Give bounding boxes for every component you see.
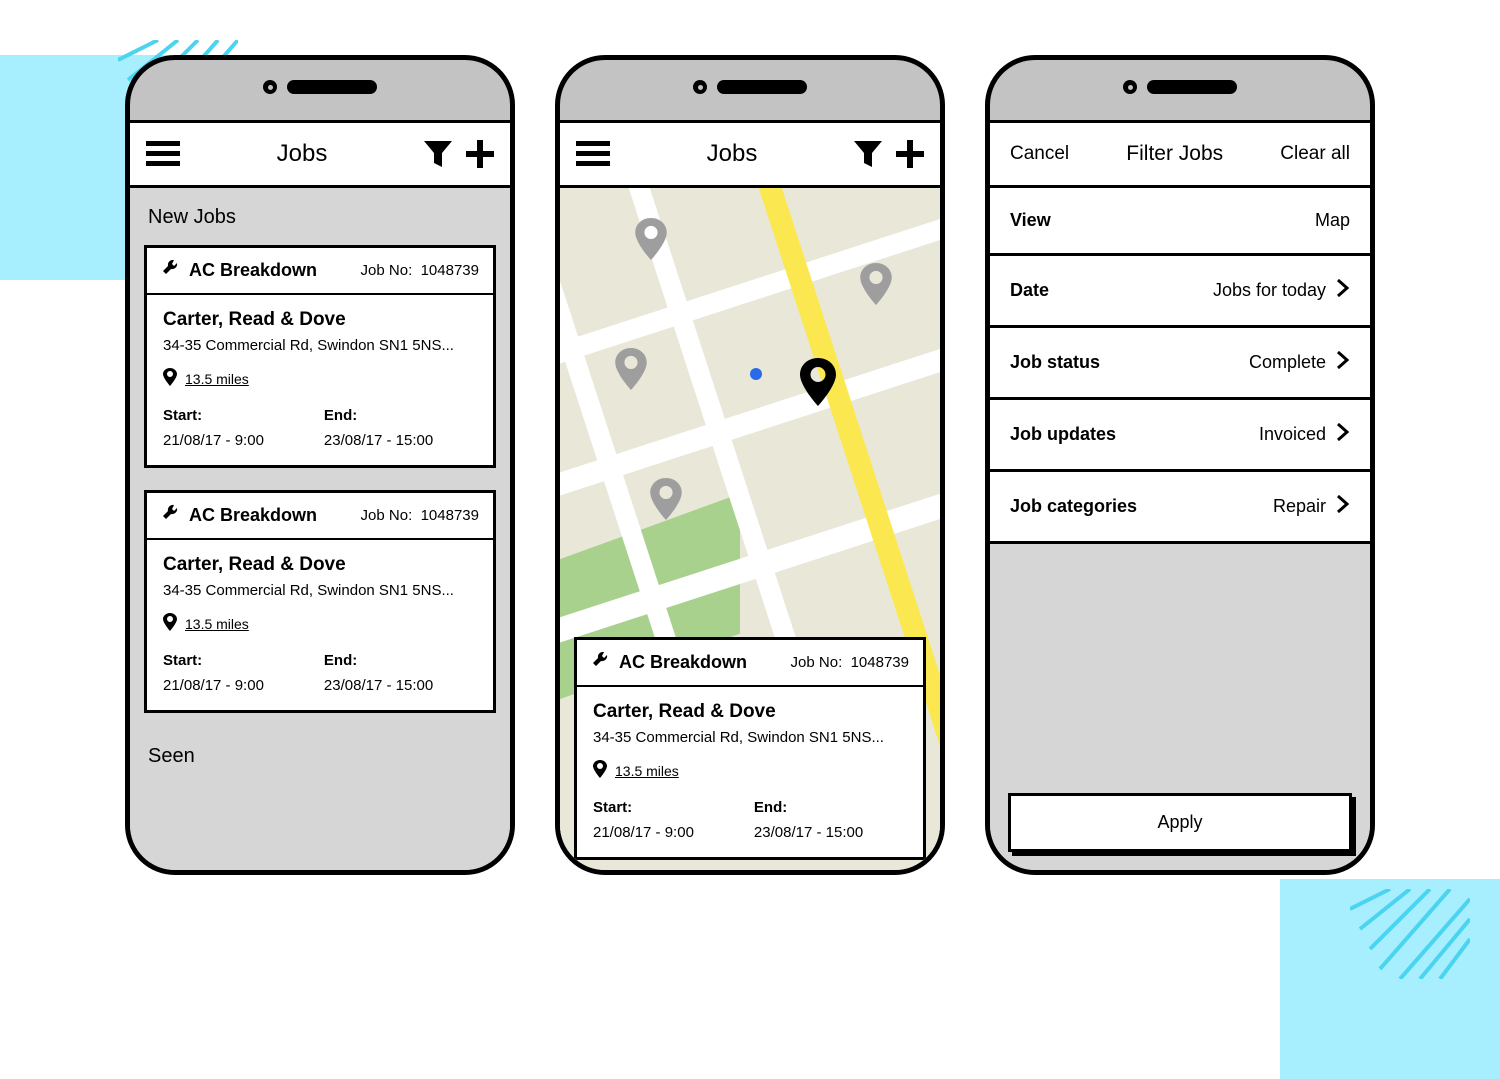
section-seen: Seen bbox=[130, 727, 510, 776]
start-label: Start: bbox=[163, 407, 264, 424]
page-title: Filter Jobs bbox=[1126, 142, 1223, 166]
filter-icon[interactable] bbox=[424, 141, 452, 167]
filter-row-categories[interactable]: Job categories Repair bbox=[990, 469, 1370, 541]
filter-label: Job status bbox=[1010, 352, 1100, 373]
job-type: AC Breakdown bbox=[619, 652, 747, 673]
filter-label: Date bbox=[1010, 280, 1049, 301]
wrench-icon bbox=[161, 503, 181, 528]
job-type: AC Breakdown bbox=[189, 505, 317, 526]
current-location-dot bbox=[750, 368, 762, 380]
end-label: End: bbox=[754, 799, 863, 816]
cancel-button[interactable]: Cancel bbox=[1010, 143, 1069, 165]
job-card[interactable]: AC Breakdown Job No: 1048739 Carter, Rea… bbox=[574, 637, 926, 860]
job-card[interactable]: AC Breakdown Job No: 1048739 Carter, Rea… bbox=[144, 490, 496, 713]
map-pin-selected[interactable] bbox=[800, 358, 836, 406]
filter-row-view[interactable]: View Map bbox=[990, 188, 1370, 253]
chevron-right-icon bbox=[1336, 350, 1350, 375]
menu-icon[interactable] bbox=[146, 141, 180, 167]
jobno-label: Job No: bbox=[361, 262, 413, 279]
job-card[interactable]: AC Breakdown Job No: 1048739 Carter, Rea… bbox=[144, 245, 496, 468]
filter-topbar: Cancel Filter Jobs Clear all bbox=[990, 120, 1370, 188]
map-pin[interactable] bbox=[635, 218, 667, 260]
address: 34-35 Commercial Rd, Swindon SN1 5NS... bbox=[593, 729, 907, 746]
section-new-jobs: New Jobs bbox=[130, 188, 510, 237]
topbar: Jobs bbox=[560, 120, 940, 188]
filter-row-date[interactable]: Date Jobs for today bbox=[990, 253, 1370, 325]
clear-all-button[interactable]: Clear all bbox=[1280, 143, 1350, 165]
end-label: End: bbox=[324, 407, 433, 424]
filter-label: Job categories bbox=[1010, 496, 1137, 517]
map-pin[interactable] bbox=[650, 478, 682, 520]
jobno-value: 1048739 bbox=[421, 262, 479, 279]
menu-icon[interactable] bbox=[576, 141, 610, 167]
end-time: 23/08/17 - 15:00 bbox=[324, 432, 433, 449]
address: 34-35 Commercial Rd, Swindon SN1 5NS... bbox=[163, 582, 477, 599]
filter-label: Job updates bbox=[1010, 424, 1116, 445]
filter-icon[interactable] bbox=[854, 141, 882, 167]
customer-name: Carter, Read & Dove bbox=[593, 701, 907, 723]
jobno-label: Job No: bbox=[791, 654, 843, 671]
phone-hardware bbox=[263, 80, 377, 94]
start-time: 21/08/17 - 9:00 bbox=[163, 677, 264, 694]
phone-jobs-list: Jobs New Jobs AC bbox=[125, 55, 515, 875]
filter-value: Jobs for today bbox=[1213, 280, 1326, 301]
filter-value: Complete bbox=[1249, 352, 1326, 373]
pin-icon bbox=[163, 613, 177, 634]
filter-value: Repair bbox=[1273, 496, 1326, 517]
jobno-value: 1048739 bbox=[851, 654, 909, 671]
map-pin[interactable] bbox=[860, 263, 892, 305]
wrench-icon bbox=[591, 650, 611, 675]
chevron-right-icon bbox=[1336, 278, 1350, 303]
page-title: Jobs bbox=[277, 140, 328, 168]
distance[interactable]: 13.5 miles bbox=[185, 371, 249, 387]
chevron-right-icon bbox=[1336, 494, 1350, 519]
wrench-icon bbox=[161, 258, 181, 283]
chevron-right-icon bbox=[1336, 422, 1350, 447]
phone-filter-jobs: Cancel Filter Jobs Clear all View Map Da… bbox=[985, 55, 1375, 875]
address: 34-35 Commercial Rd, Swindon SN1 5NS... bbox=[163, 337, 477, 354]
phone-jobs-map: Jobs bbox=[555, 55, 945, 875]
start-label: Start: bbox=[163, 652, 264, 669]
job-type: AC Breakdown bbox=[189, 260, 317, 281]
pin-icon bbox=[163, 368, 177, 389]
distance[interactable]: 13.5 miles bbox=[185, 616, 249, 632]
map[interactable]: AC Breakdown Job No: 1048739 Carter, Rea… bbox=[560, 188, 940, 870]
pin-icon bbox=[593, 760, 607, 781]
distance[interactable]: 13.5 miles bbox=[615, 763, 679, 779]
start-time: 21/08/17 - 9:00 bbox=[593, 824, 694, 841]
filter-row-updates[interactable]: Job updates Invoiced bbox=[990, 397, 1370, 469]
end-time: 23/08/17 - 15:00 bbox=[324, 677, 433, 694]
start-label: Start: bbox=[593, 799, 694, 816]
topbar: Jobs bbox=[130, 120, 510, 188]
end-label: End: bbox=[324, 652, 433, 669]
customer-name: Carter, Read & Dove bbox=[163, 554, 477, 576]
bg-decor-stripes bbox=[1350, 889, 1470, 979]
filter-value: Invoiced bbox=[1259, 424, 1326, 445]
phone-hardware bbox=[693, 80, 807, 94]
filter-value: Map bbox=[1315, 210, 1350, 231]
jobno-label: Job No: bbox=[361, 507, 413, 524]
customer-name: Carter, Read & Dove bbox=[163, 309, 477, 331]
add-icon[interactable] bbox=[896, 140, 924, 168]
map-pin[interactable] bbox=[615, 348, 647, 390]
jobno-value: 1048739 bbox=[421, 507, 479, 524]
phone-hardware bbox=[1123, 80, 1237, 94]
filter-row-status[interactable]: Job status Complete bbox=[990, 325, 1370, 397]
add-icon[interactable] bbox=[466, 140, 494, 168]
end-time: 23/08/17 - 15:00 bbox=[754, 824, 863, 841]
filter-label: View bbox=[1010, 210, 1051, 231]
apply-button[interactable]: Apply bbox=[1008, 793, 1352, 852]
page-title: Jobs bbox=[707, 140, 758, 168]
start-time: 21/08/17 - 9:00 bbox=[163, 432, 264, 449]
